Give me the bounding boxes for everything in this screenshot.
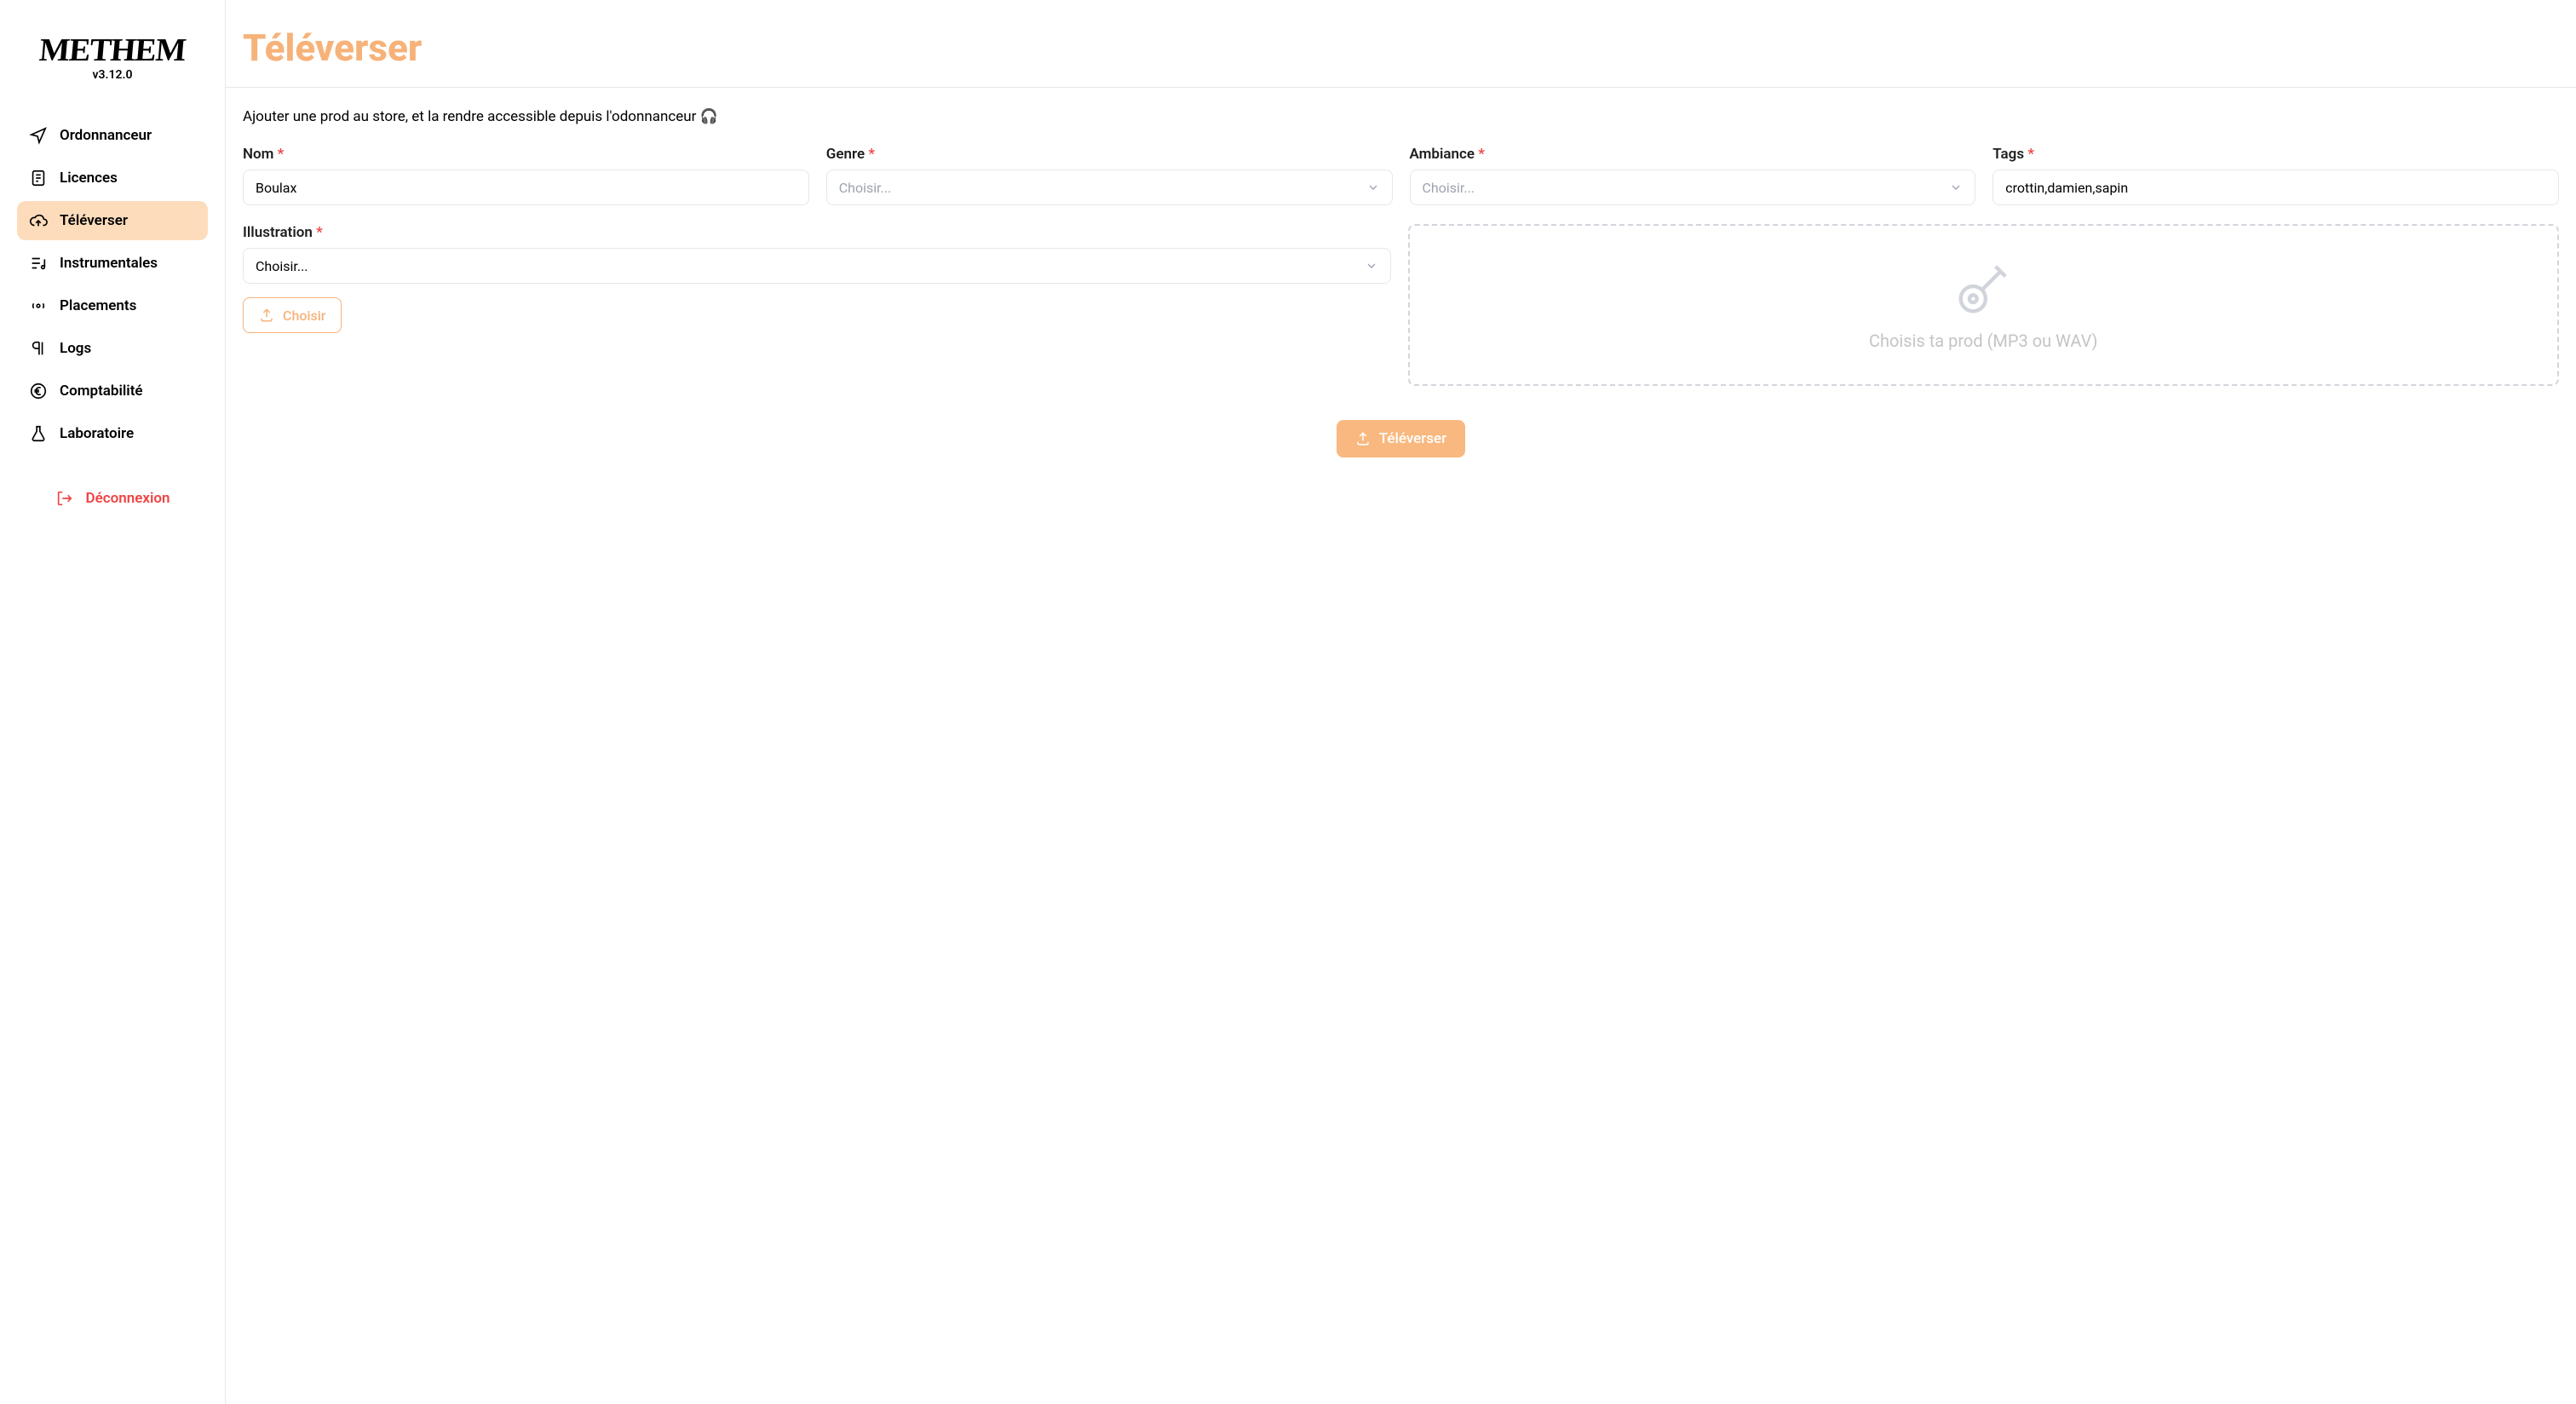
page-subtitle: Ajouter une prod au store, et la rendre … [243,108,2559,125]
sidebar-item-placements[interactable]: Placements [17,286,208,325]
broadcast-icon [29,296,48,315]
field-nom: Nom * [243,146,809,205]
field-ambiance: Ambiance * Choisir... [1410,146,1976,205]
select-genre[interactable]: Choisir... [826,170,1393,205]
label-illustration: Illustration * [243,224,1391,241]
file-dropzone[interactable]: Choisis ta prod (MP3 ou WAV) [1408,224,2560,386]
sidebar-item-label: Comptabilité [60,383,143,400]
sidebar-item-label: Licences [60,170,118,187]
label-nom: Nom * [243,146,809,163]
logout-button[interactable]: Déconnexion [17,479,208,518]
sidebar-item-ordonnanceur[interactable]: Ordonnanceur [17,116,208,155]
select-illustration[interactable]: Choisir... [243,248,1391,284]
paper-plane-icon [29,126,48,145]
required-star: * [316,224,323,241]
upload-icon [1355,431,1371,446]
chevron-down-icon [1366,181,1380,194]
field-genre: Genre * Choisir... [826,146,1393,205]
sidebar: METHEM v3.12.0 Ordonnanceur Licences T [0,0,226,1404]
chevron-down-icon [1365,259,1378,273]
label-tags-text: Tags [1992,146,2024,163]
sidebar-item-label: Laboratoire [60,425,134,442]
sidebar-item-label: Téléverser [60,212,128,229]
sidebar-item-label: Placements [60,297,136,314]
select-ambiance-placeholder: Choisir... [1423,180,1475,196]
input-tags[interactable] [1992,170,2559,205]
euro-icon [29,382,48,400]
form-row-1: Nom * Genre * Choisir... Ambiance * [243,146,2559,205]
choose-file-label: Choisir [283,308,325,324]
logout-section: Déconnexion [17,479,208,518]
select-illustration-placeholder: Choisir... [256,258,308,274]
required-star: * [2027,146,2034,163]
illustration-column: Illustration * Choisir... Choisir [243,224,1391,333]
music-list-icon [29,254,48,273]
brand-version: v3.12.0 [17,68,208,82]
input-nom[interactable] [243,170,809,205]
paragraph-icon [29,339,48,358]
main-content: Téléverser Ajouter une prod au store, et… [226,0,2576,1404]
field-tags: Tags * [1992,146,2559,205]
page-title: Téléverser [243,26,2559,70]
document-icon [29,169,48,187]
choose-file-button[interactable]: Choisir [243,297,342,333]
label-nom-text: Nom [243,146,273,163]
sidebar-nav: Ordonnanceur Licences Téléverser Instrum… [17,116,208,453]
sidebar-item-licences[interactable]: Licences [17,158,208,198]
brand-block: METHEM v3.12.0 [17,34,208,82]
sidebar-item-label: Logs [60,340,91,357]
logout-label: Déconnexion [86,490,170,507]
form-row-2: Illustration * Choisir... Choisir Choisi… [243,224,2559,386]
logout-icon [55,489,74,508]
sidebar-item-comptabilite[interactable]: Comptabilité [17,371,208,411]
sidebar-item-laboratoire[interactable]: Laboratoire [17,414,208,453]
required-star: * [278,146,285,163]
sidebar-item-label: Ordonnanceur [60,127,152,144]
sidebar-item-instrumentales[interactable]: Instrumentales [17,244,208,283]
submit-row: Téléverser [243,420,2559,457]
submit-button-label: Téléverser [1379,430,1446,447]
sidebar-item-logs[interactable]: Logs [17,329,208,368]
flask-icon [29,424,48,443]
divider [226,87,2576,88]
label-ambiance-text: Ambiance [1410,146,1475,163]
required-star: * [868,146,875,163]
dropzone-text: Choisis ta prod (MP3 ou WAV) [1869,331,2098,351]
upload-cloud-icon [29,211,48,230]
label-ambiance: Ambiance * [1410,146,1976,163]
select-ambiance[interactable]: Choisir... [1410,170,1976,205]
submit-button[interactable]: Téléverser [1337,420,1465,457]
required-star: * [1478,146,1485,163]
label-illustration-text: Illustration [243,224,313,241]
label-genre: Genre * [826,146,1393,163]
brand-logo: METHEM [15,34,209,66]
label-genre-text: Genre [826,146,865,163]
upload-icon [259,308,274,323]
sidebar-item-label: Instrumentales [60,255,158,272]
chevron-down-icon [1949,181,1963,194]
label-tags: Tags * [1992,146,2559,163]
sidebar-item-televerser[interactable]: Téléverser [17,201,208,240]
select-genre-placeholder: Choisir... [839,180,892,196]
guitar-icon [1953,259,2013,319]
